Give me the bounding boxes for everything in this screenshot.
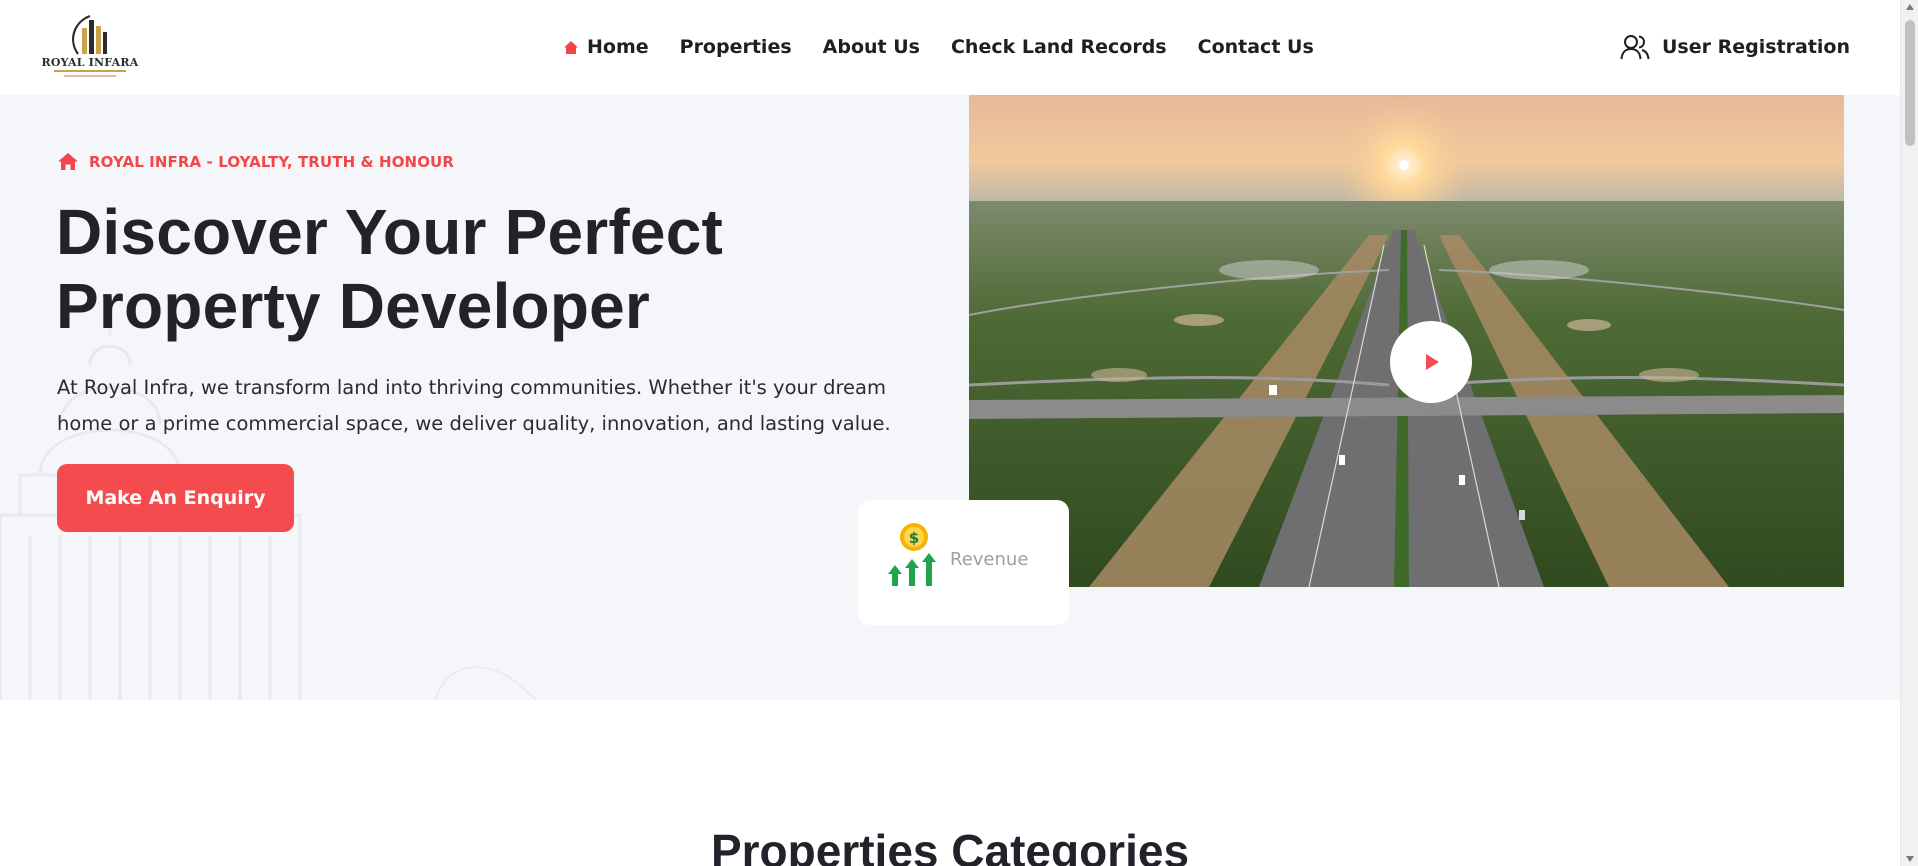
hero-title: Discover Your Perfect Property Developer <box>56 195 876 343</box>
nav-about-us[interactable]: About Us <box>823 36 920 58</box>
revenue-label: Revenue <box>950 549 1029 570</box>
hero-eyebrow: ROYAL INFRA - LOYALTY, TRUTH & HONOUR <box>57 152 454 171</box>
nav-properties[interactable]: Properties <box>680 36 792 58</box>
revenue-card: $ Revenue <box>858 500 1069 625</box>
home-icon <box>564 40 578 54</box>
nav-home[interactable]: Home <box>563 36 649 58</box>
main-nav: Home Properties About Us Check Land Reco… <box>563 35 1345 59</box>
scrollbar-thumb[interactable] <box>1905 20 1915 146</box>
hero-title-line-2: Property Developer <box>56 270 651 342</box>
hero-title-line-1: Discover Your Perfect <box>56 196 724 268</box>
nav-contact-us-label: Contact Us <box>1197 36 1314 58</box>
nav-check-land-records[interactable]: Check Land Records <box>951 36 1167 58</box>
nav-home-label: Home <box>587 36 649 58</box>
hero-eyebrow-text: ROYAL INFRA - LOYALTY, TRUTH & HONOUR <box>89 152 454 171</box>
play-icon <box>1426 354 1439 370</box>
properties-categories-title: Properties Categories <box>710 825 1190 866</box>
logo-wordmark: ROYAL INFARA <box>41 56 139 69</box>
logo-slogan-line <box>64 75 116 77</box>
logo-buildings-icon <box>72 14 107 55</box>
revenue-growth-icon: $ <box>888 523 936 586</box>
svg-text:$: $ <box>909 529 919 547</box>
decorative-dome-outline <box>435 666 537 700</box>
site-header: ROYAL INFARA Home Properties About Us Ch… <box>0 0 1900 95</box>
page-scrollbar[interactable] <box>1900 0 1918 866</box>
scroll-up-arrow-icon[interactable] <box>1906 4 1914 10</box>
hero-description: At Royal Infra, we transform land into t… <box>57 370 897 442</box>
make-an-enquiry-label: Make An Enquiry <box>85 487 266 509</box>
hero-section: ROYAL INFRA - LOYALTY, TRUTH & HONOUR Di… <box>0 95 1900 700</box>
hero-description-line-2: home or a prime commercial space, we del… <box>57 412 891 435</box>
scroll-down-arrow-icon[interactable] <box>1906 856 1914 862</box>
nav-properties-label: Properties <box>679 36 792 58</box>
house-icon <box>58 153 78 170</box>
nav-check-land-records-label: Check Land Records <box>950 36 1167 58</box>
logo-tagline-line <box>54 70 126 72</box>
play-video-button[interactable] <box>1390 321 1472 403</box>
royal-infra-logo[interactable]: ROYAL INFARA <box>40 10 140 82</box>
user-group-icon <box>1620 35 1650 60</box>
make-an-enquiry-button[interactable]: Make An Enquiry <box>57 464 294 532</box>
user-registration-link[interactable]: User Registration <box>1620 33 1850 61</box>
nav-contact-us[interactable]: Contact Us <box>1198 36 1314 58</box>
user-registration-label: User Registration <box>1662 36 1850 58</box>
hero-description-line-1: At Royal Infra, we transform land into t… <box>57 376 886 399</box>
nav-about-us-label: About Us <box>822 36 920 58</box>
